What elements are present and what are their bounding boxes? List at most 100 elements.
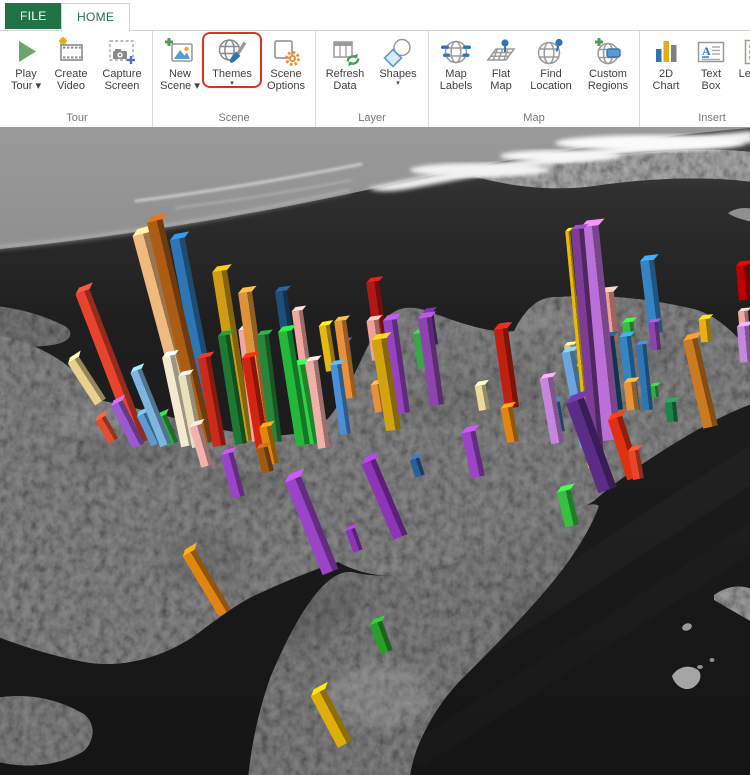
column-top-face xyxy=(474,380,488,386)
data-column xyxy=(737,326,750,363)
column-top-face xyxy=(738,307,750,312)
tab-home[interactable]: HOME xyxy=(61,3,130,32)
column-top-face xyxy=(238,286,256,293)
ribbon-group-map: MapLabelsFlatMapFindLocationCustomRegion… xyxy=(429,31,640,128)
ribbon-button-text-box[interactable]: A TextBox xyxy=(689,34,733,92)
group-label-insert: Insert xyxy=(643,108,750,128)
dropdown-arrow-icon: ▾ xyxy=(396,80,400,87)
ribbon-button-custom-regions[interactable]: CustomRegions xyxy=(580,34,636,92)
data-column xyxy=(682,338,717,429)
column-top-face xyxy=(345,523,357,531)
data-column xyxy=(462,431,485,479)
button-label: Box xyxy=(702,80,721,92)
column-top-face xyxy=(147,212,167,222)
capture-icon xyxy=(106,36,138,68)
chart2d-icon xyxy=(650,36,682,68)
column-top-face xyxy=(664,397,679,402)
ribbon-button-flat-map[interactable]: FlatMap xyxy=(480,34,522,92)
button-label: Text xyxy=(701,68,721,80)
ribbon-group-insert: 2DChart A TextBox Legend Insert xyxy=(640,31,750,128)
ribbon-button-legend[interactable]: Legend xyxy=(733,34,750,80)
column-top-face xyxy=(291,306,305,312)
ribbon-tab-row: FILE HOME xyxy=(0,0,750,31)
column-top-face xyxy=(682,331,701,341)
play-icon xyxy=(10,36,42,68)
ribbon-button-find-location[interactable]: FindLocation xyxy=(522,34,580,92)
column-top-face xyxy=(275,286,291,292)
button-label: Themes xyxy=(212,68,252,80)
column-top-face xyxy=(318,320,332,326)
video-icon xyxy=(55,36,87,68)
button-label: Play xyxy=(15,68,36,80)
data-column xyxy=(736,265,750,301)
column-top-face xyxy=(622,317,637,322)
ribbon-button-play-tour[interactable]: PlayTour ▾ xyxy=(5,34,47,92)
ribbon-group-tour: PlayTour ▾CreateVideoCaptureScreenTour xyxy=(2,31,153,128)
ribbon: FILE HOME PlayTour ▾CreateVideoCaptureSc… xyxy=(0,0,750,127)
ribbon-button-create-video[interactable]: CreateVideo xyxy=(47,34,95,92)
dropdown-arrow-icon: ▾ xyxy=(230,80,234,87)
column-top-face xyxy=(334,315,350,321)
group-label-scene: Scene xyxy=(156,108,312,128)
data-column xyxy=(67,357,105,406)
data-column xyxy=(664,402,677,423)
flatmap-icon xyxy=(485,36,517,68)
column-top-face xyxy=(636,340,649,345)
button-label: Custom xyxy=(589,68,627,80)
textbox-icon: A xyxy=(695,36,727,68)
button-label: Refresh xyxy=(326,68,365,80)
column-top-face xyxy=(95,410,106,421)
column-top-face xyxy=(366,276,383,283)
button-label: Labels xyxy=(440,80,472,92)
group-label-map: Map xyxy=(432,108,636,128)
button-label: Shapes xyxy=(379,68,416,80)
data-column xyxy=(500,406,518,443)
button-label: Options xyxy=(267,80,305,92)
ribbon-button-capture-screen[interactable]: CaptureScreen xyxy=(95,34,149,92)
data-column xyxy=(410,457,425,477)
data-column xyxy=(557,489,579,527)
ribbon-button-2d-chart[interactable]: 2DChart xyxy=(643,34,689,92)
column-top-face xyxy=(220,446,236,455)
tab-file[interactable]: FILE xyxy=(5,3,62,29)
button-label: Location xyxy=(530,80,572,92)
ribbon-button-scene-options[interactable]: SceneOptions xyxy=(260,34,312,92)
button-label: Scene xyxy=(270,68,301,80)
button-label: Chart xyxy=(653,80,680,92)
customreg-icon xyxy=(592,36,624,68)
column-top-face xyxy=(383,314,401,321)
column-top-face xyxy=(212,264,232,272)
column-top-face xyxy=(557,484,575,493)
data-column xyxy=(474,384,489,411)
ribbon-button-refresh-data[interactable]: RefreshData xyxy=(319,34,371,92)
ribbon-groups: PlayTour ▾CreateVideoCaptureScreenTourNe… xyxy=(0,31,750,128)
column-top-face xyxy=(311,681,328,696)
ribbon-group-layer: RefreshDataShapes▾Layer xyxy=(316,31,429,128)
findloc-icon xyxy=(535,36,567,68)
data-column xyxy=(345,528,362,553)
column-top-face xyxy=(75,282,92,294)
svg-text:A: A xyxy=(702,44,711,58)
column-top-face xyxy=(361,452,378,465)
ribbon-button-new-scene[interactable]: NewScene ▾ xyxy=(156,34,204,92)
button-label: Legend xyxy=(739,68,750,80)
themes-icon xyxy=(216,36,248,68)
button-label: Tour ▾ xyxy=(11,80,41,92)
ribbon-group-scene: NewScene ▾Themes▾SceneOptionsScene xyxy=(153,31,316,128)
ribbon-button-shapes[interactable]: Shapes▾ xyxy=(371,34,425,87)
data-column xyxy=(220,452,244,499)
column-top-face xyxy=(650,382,661,386)
data-columns-layer xyxy=(0,127,750,775)
refresh-icon xyxy=(329,36,361,68)
map-viewport[interactable] xyxy=(0,127,750,775)
button-label: Capture xyxy=(102,68,141,80)
button-label: 2D xyxy=(659,68,673,80)
ribbon-button-themes[interactable]: Themes▾ xyxy=(204,34,260,87)
button-label: Scene ▾ xyxy=(160,80,200,92)
column-top-face xyxy=(494,322,512,329)
data-column xyxy=(285,476,338,575)
column-top-face xyxy=(462,425,480,434)
newscene-icon xyxy=(164,36,196,68)
data-column xyxy=(698,319,711,343)
ribbon-button-map-labels[interactable]: MapLabels xyxy=(432,34,480,92)
